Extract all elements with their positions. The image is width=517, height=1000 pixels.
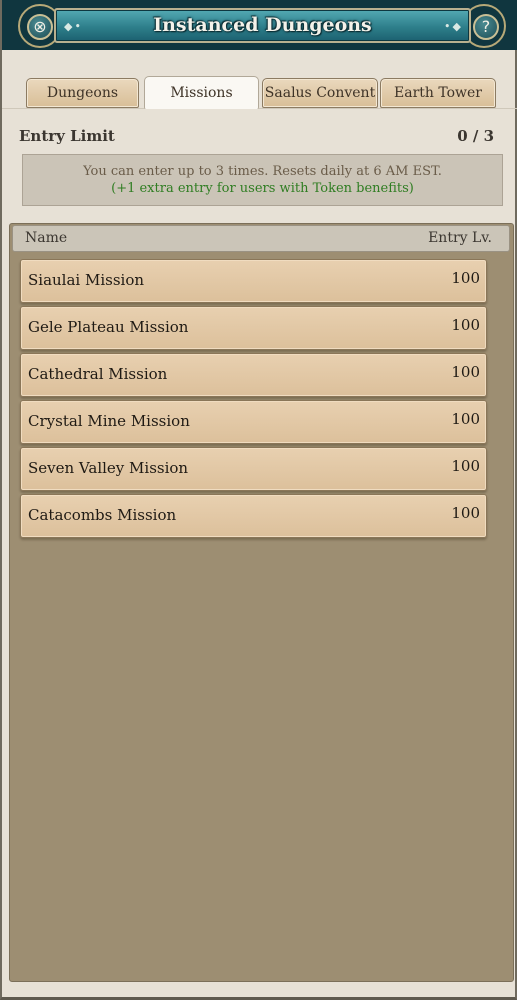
window-title: Instanced Dungeons: [153, 14, 372, 36]
mission-name: Gele Plateau Mission: [28, 318, 189, 336]
mission-entry-level: 100: [451, 410, 480, 428]
mission-row-cathedral[interactable]: Cathedral Mission 100: [20, 353, 487, 397]
tab-earth-tower[interactable]: Earth Tower: [380, 78, 496, 108]
mission-entry-level: 100: [451, 269, 480, 287]
mission-row-seven-valley[interactable]: Seven Valley Mission 100: [20, 447, 487, 491]
mission-name: Crystal Mine Mission: [28, 412, 190, 430]
close-icon[interactable]: ⊗: [27, 14, 53, 40]
entry-limit-label: Entry Limit: [19, 127, 115, 145]
title-plate: ◆• Instanced Dungeons •◆: [54, 8, 471, 43]
mission-row-gele-plateau[interactable]: Gele Plateau Mission 100: [20, 306, 487, 350]
title-right-decoration: •◆: [444, 20, 463, 33]
entry-info-box: You can enter up to 3 times. Resets dail…: [22, 154, 503, 206]
list-header: Name Entry Lv.: [12, 225, 510, 252]
mission-entry-level: 100: [451, 504, 480, 522]
instanced-dungeons-window: ⊗ ◆• Instanced Dungeons •◆ ? Dungeons Mi…: [0, 0, 517, 1000]
tab-dungeons[interactable]: Dungeons: [26, 78, 139, 108]
mission-name: Siaulai Mission: [28, 271, 145, 289]
mission-row-crystal-mine[interactable]: Crystal Mine Mission 100: [20, 400, 487, 444]
mission-name: Cathedral Mission: [28, 365, 168, 383]
tab-strip-line: [2, 108, 517, 109]
mission-row-catacombs[interactable]: Catacombs Mission 100: [20, 494, 487, 538]
token-benefit-text: (+1 extra entry for users with Token ben…: [111, 181, 414, 196]
tab-missions[interactable]: Missions: [144, 76, 259, 109]
entry-limit-count: 0 / 3: [457, 127, 494, 145]
column-header-name: Name: [25, 230, 68, 246]
mission-name: Seven Valley Mission: [28, 459, 189, 477]
mission-name: Catacombs Mission: [28, 506, 177, 524]
entry-info-text: You can enter up to 3 times. Resets dail…: [83, 164, 442, 179]
mission-entry-level: 100: [451, 363, 480, 381]
help-icon[interactable]: ?: [473, 14, 499, 40]
tab-saalus-convent[interactable]: Saalus Convent: [262, 78, 378, 108]
title-bar[interactable]: ⊗ ◆• Instanced Dungeons •◆ ?: [2, 0, 517, 50]
mission-entry-level: 100: [451, 457, 480, 475]
mission-row-siaulai[interactable]: Siaulai Mission 100: [20, 259, 487, 303]
column-header-entry-level: Entry Lv.: [428, 230, 492, 246]
mission-entry-level: 100: [451, 316, 480, 334]
